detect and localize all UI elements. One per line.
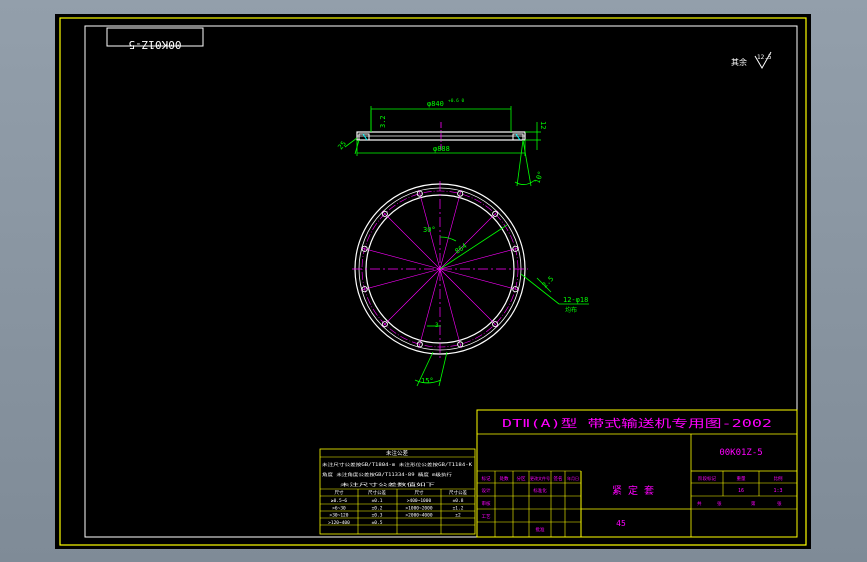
tolerance-cell: >2000~4000 <box>405 513 432 519</box>
drawing-number: 00K01Z-5 <box>719 448 762 458</box>
drawing-sheet: 00K01Z-5 其余 12.5 φ840 +0.6 0 φ888 12 3.2… <box>55 14 811 549</box>
scale-value: 1:3 <box>773 488 782 494</box>
tolerance-cell: ≥0.5~6 <box>331 498 348 504</box>
tolerance-cell: ±0.1 <box>372 498 383 504</box>
tolerance-cell: ±0.8 <box>453 498 464 504</box>
rev-header: 更改文件号 <box>530 475 550 481</box>
stage-label: 阶段标记 <box>698 475 716 482</box>
corner-tag: 00K01Z-5 <box>106 27 204 51</box>
sheet-label: 张 <box>777 500 782 507</box>
rev-row-label: 审核 <box>482 500 491 507</box>
part-plan-view: 30° 864 12-φ18 均布 2.5 15° 3 <box>352 181 589 387</box>
cad-viewport[interactable]: 00K01Z-5 其余 12.5 φ840 +0.6 0 φ888 12 3.2… <box>0 0 867 562</box>
hole-center-line <box>439 247 520 270</box>
dim-bottom-dia: φ888 <box>433 145 450 153</box>
dim-mark-3: 3 <box>435 322 439 329</box>
drawing-canvas: 00K01Z-5 其余 12.5 φ840 +0.6 0 φ888 12 3.2… <box>59 17 807 546</box>
hole-center-line <box>418 268 441 349</box>
dim-top-dia: φ840 <box>427 100 444 108</box>
dim-angle-15: 15° <box>421 377 434 385</box>
dim-right-angle: 10° <box>533 170 545 185</box>
tolerance-note: 未注尺寸公差按GB/T1804-m 未注形位公差按GB/T1184-K <box>322 461 473 468</box>
part-material: 45 <box>616 519 626 528</box>
hole-center-line <box>439 268 499 328</box>
dim-thickness: 12 <box>539 121 547 129</box>
hole-center-line <box>360 268 441 291</box>
mid-label-std: 标准化 <box>533 487 547 494</box>
tolerance-header: 尺寸公差 <box>449 489 467 496</box>
rev-header: 分区 <box>517 475 526 482</box>
rev-header: 年月日 <box>567 475 579 481</box>
dim-holes: 12-φ18 <box>563 296 588 304</box>
rev-row-label: 工艺 <box>482 514 491 520</box>
dim-left-chamfer: 3.2 <box>379 115 387 128</box>
sheet-label: 共 <box>697 500 702 507</box>
tolerance-table: 未注公差 未注尺寸公差按GB/T1804-m 未注形位公差按GB/T1184-K… <box>319 448 476 535</box>
tolerance-cell: ±2 <box>455 513 461 519</box>
rev-header: 处数 <box>500 475 509 482</box>
surface-roughness-note: 其余 12.5 <box>731 51 772 70</box>
tolerance-cell: >6~30 <box>332 505 346 511</box>
tolerance-rows: ≥0.5~6 ±0.1 >400~1000 ±0.8 >6~30 ±0.2 >1000~20… <box>328 498 464 526</box>
rev-row-label: 设计 <box>482 487 491 494</box>
roughness-label: 其余 <box>731 57 747 67</box>
dim-top-dia-tol: +0.6 0 <box>448 98 465 104</box>
sheet-label: 张 <box>717 500 722 507</box>
dim-holes-note: 均布 <box>565 306 577 314</box>
hole-center-line <box>439 268 462 349</box>
dim-pcd: 864 <box>454 242 469 256</box>
hole-center-line <box>381 210 441 270</box>
weight-value: 16 <box>738 488 744 494</box>
tolerance-cell: ±1.2 <box>453 505 464 511</box>
dim-angle-30: 30° <box>423 226 436 234</box>
tolerance-cell: >30~120 <box>330 513 349 519</box>
tolerance-cell: ±0.5 <box>372 520 383 526</box>
sheet-label: 第 <box>751 500 756 507</box>
tolerance-header: 尺寸 <box>335 489 344 496</box>
tolerance-cell: ±0.3 <box>372 513 383 519</box>
hole-center-line <box>439 268 520 291</box>
tolerance-note: 角度 未注角度公差按GB/T11334-89 精度 m级执行 <box>322 471 452 478</box>
tolerance-cell: >1000~2000 <box>405 505 432 511</box>
part-name: 紧 定 套 <box>612 484 654 497</box>
dim-left-angle: 25 <box>336 140 348 152</box>
tolerance-cell: >120~400 <box>328 520 350 526</box>
tolerance-cell: ±0.2 <box>372 505 383 511</box>
weight-label: 重量 <box>737 475 746 482</box>
hole-center-line <box>381 268 441 328</box>
tolerance-cell: >400~1000 <box>407 498 432 504</box>
tolerance-header: 尺寸 <box>415 489 424 496</box>
rev-header: 标记 <box>482 475 491 482</box>
rev-header: 签名 <box>554 475 563 482</box>
hole-center-line <box>439 210 499 270</box>
tolerance-title: 未注公差 <box>386 449 409 457</box>
mid-label-approve: 批准 <box>536 526 545 533</box>
scale-label: 比例 <box>774 475 783 482</box>
corner-tag-text: 00K01Z-5 <box>129 38 182 51</box>
tolerance-header: 尺寸公差 <box>368 489 386 496</box>
tolerance-note: 未注尺寸公差数值如下 <box>340 481 435 488</box>
hole-center-line <box>360 247 441 270</box>
part-side-view: φ840 +0.6 0 φ888 12 3.2 25 10° <box>336 98 547 187</box>
drawing-title: DTⅡ(A)型 带式输送机专用图-2002 <box>502 416 772 430</box>
dim-r-small: 2.5 <box>541 275 556 290</box>
title-block: DTⅡ(A)型 带式输送机专用图-2002 00K01Z-5 标记 处数 分区 … <box>476 409 798 538</box>
